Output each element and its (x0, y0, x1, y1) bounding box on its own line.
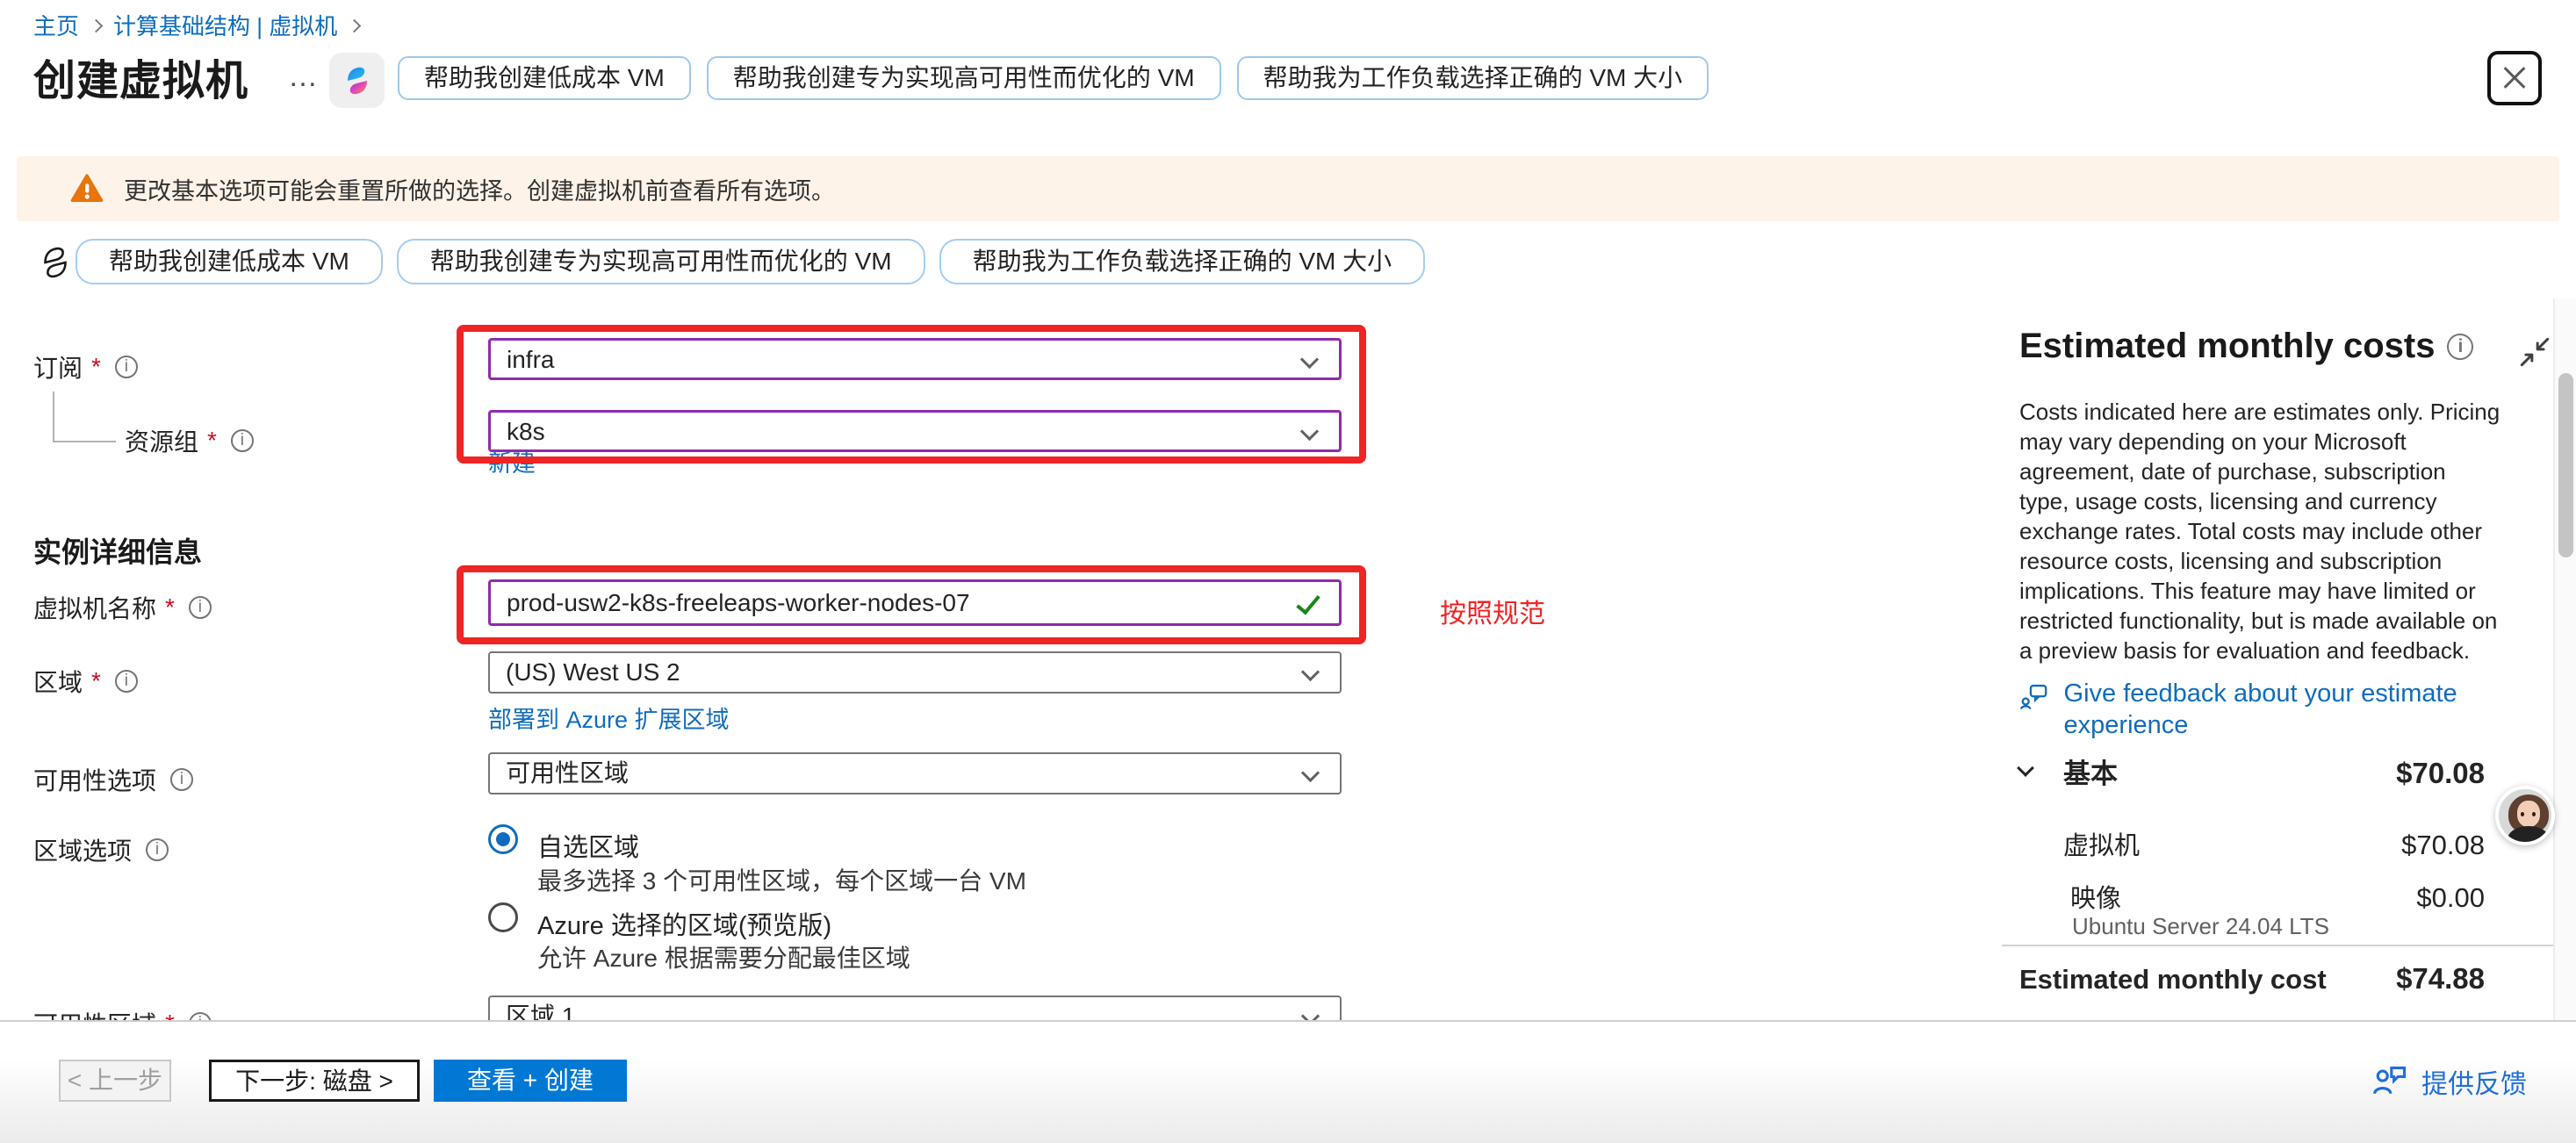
zone-radio-self-select[interactable] (488, 824, 518, 854)
info-icon[interactable] (170, 768, 193, 791)
chevron-down-icon (1300, 350, 1319, 369)
cost-group-label: 基本 (2063, 751, 2118, 791)
give-feedback-button[interactable]: 提供反馈 (2371, 1062, 2527, 1101)
previous-button[interactable]: < 上一步 (59, 1060, 171, 1102)
panel-divider (2002, 945, 2553, 946)
review-create-button[interactable]: 查看 + 创建 (434, 1060, 627, 1102)
warning-banner-text: 更改基本选项可能会重置所做的选择。创建虚拟机前查看所有选项。 (124, 172, 835, 206)
subscription-dropdown[interactable]: infra (488, 338, 1342, 380)
info-icon[interactable] (146, 838, 169, 861)
edge-zone-link[interactable]: 部署到 Azure 扩展区域 (488, 701, 730, 735)
scrollbar-track[interactable] (2553, 298, 2576, 1020)
suggestion-right-size-button[interactable]: 帮助我为工作负载选择正确的 VM 大小 (939, 239, 1426, 284)
feedback-bubbles-icon (2019, 678, 2050, 716)
zone-radio-azure-select-desc: 允许 Azure 根据需要分配最佳区域 (537, 939, 910, 974)
chevron-down-icon (1301, 663, 1320, 681)
suggestion-right-size-button[interactable]: 帮助我为工作负载选择正确的 VM 大小 (1237, 56, 1709, 100)
estimate-feedback-link[interactable]: Give feedback about your estimate experi… (2019, 678, 2476, 741)
breadcrumb-home-link[interactable]: 主页 (33, 9, 79, 41)
availability-options-dropdown[interactable]: 可用性区域 (488, 752, 1342, 794)
zone-radio-self-select-desc: 最多选择 3 个可用性区域，每个区域一台 VM (537, 862, 1026, 897)
resource-group-label: 资源组* (125, 423, 254, 458)
feedback-person-icon (2371, 1062, 2409, 1101)
close-icon (2501, 65, 2528, 91)
info-icon[interactable] (189, 1012, 212, 1020)
info-icon[interactable] (115, 356, 138, 378)
cost-item-label: 虚拟机 (2063, 825, 2140, 862)
suggestion-high-availability-button[interactable]: 帮助我创建专为实现高可用性而优化的 VM (707, 56, 1221, 100)
zone-radio-self-select-label[interactable]: 自选区域 (537, 827, 639, 864)
cost-group-row: 基本 $70.08 (2019, 751, 2485, 791)
breadcrumb-current-link[interactable]: 计算基础结构 | 虚拟机 (113, 9, 337, 41)
subscription-label: 订阅* (33, 349, 138, 385)
annotation-text: 按照规范 (1440, 592, 1545, 630)
chevron-down-icon (1301, 764, 1320, 782)
vm-name-input[interactable]: prod-usw2-k8s-freeleaps-worker-nodes-07 (488, 579, 1342, 626)
availability-zone-dropdown[interactable]: 区域 1 (488, 996, 1342, 1020)
more-options-button[interactable]: … (288, 60, 320, 94)
cost-panel-title: Estimated monthly costs (2019, 327, 2473, 366)
page-title: 创建虚拟机 (33, 46, 248, 107)
copilot-suggestions-header: 帮助我创建低成本 VM 帮助我创建专为实现高可用性而优化的 VM 帮助我为工作负… (398, 56, 1709, 100)
cost-item-row: 虚拟机 $70.08 (2019, 825, 2485, 862)
scrollbar-thumb[interactable] (2558, 373, 2573, 557)
info-icon[interactable] (2447, 334, 2473, 360)
copilot-suggestions-inline: 帮助我创建低成本 VM 帮助我创建专为实现高可用性而优化的 VM 帮助我为工作负… (76, 239, 1425, 284)
info-icon[interactable] (115, 670, 138, 693)
valid-check-icon (1296, 590, 1320, 615)
cost-total-label: Estimated monthly cost (2019, 964, 2327, 996)
presenter-avatar (2495, 786, 2555, 845)
copilot-icon[interactable] (329, 53, 385, 108)
cost-total-row: Estimated monthly cost $74.88 (2019, 962, 2485, 996)
cost-item-row: 映像 $0.00 (2019, 878, 2485, 915)
cost-item-label: 映像 (2070, 878, 2121, 915)
resource-group-dropdown[interactable]: k8s (488, 410, 1342, 452)
warning-icon (69, 171, 104, 206)
cost-total-value: $74.88 (2396, 962, 2485, 996)
breadcrumb: 主页 计算基础结构 | 虚拟机 (33, 9, 359, 41)
suggestion-low-cost-vm-button[interactable]: 帮助我创建低成本 VM (398, 56, 691, 100)
info-icon[interactable] (231, 429, 254, 452)
next-disks-button[interactable]: 下一步: 磁盘 > (209, 1060, 420, 1102)
availability-options-label: 可用性选项 (33, 762, 193, 797)
cost-group-value: $70.08 (2396, 757, 2485, 790)
breadcrumb-chevron-icon (348, 19, 362, 33)
vm-name-label: 虚拟机名称* (33, 590, 212, 625)
suggestion-high-availability-button[interactable]: 帮助我创建专为实现高可用性而优化的 VM (397, 239, 925, 284)
suggestion-low-cost-vm-button[interactable]: 帮助我创建低成本 VM (76, 239, 383, 284)
tree-connector (53, 392, 116, 442)
close-button[interactable] (2487, 51, 2542, 105)
zone-radio-azure-select-label[interactable]: Azure 选择的区域(预览版) (537, 905, 831, 942)
warning-banner: 更改基本选项可能会重置所做的选择。创建虚拟机前查看所有选项。 (17, 156, 2559, 221)
create-new-link[interactable]: 新建 (488, 444, 536, 478)
region-label: 区域* (33, 664, 138, 699)
cost-panel-description: Costs indicated here are estimates only.… (2019, 397, 2500, 665)
cost-item-subtext: Ubuntu Server 24.04 LTS (2072, 913, 2329, 940)
info-icon[interactable] (189, 596, 212, 619)
zone-options-label: 区域选项 (33, 832, 169, 867)
section-instance-details: 实例详细信息 (33, 530, 202, 571)
zone-radio-azure-select[interactable] (488, 902, 518, 932)
cost-item-value: $70.08 (2401, 830, 2485, 861)
copilot-outline-icon (35, 242, 76, 287)
availability-zone-label: 可用性区域* (33, 1006, 212, 1020)
collapse-panel-icon[interactable] (2516, 334, 2553, 375)
clipped-form-row: 可用性区域* 区域 1 (0, 990, 1844, 1020)
region-dropdown[interactable]: (US) West US 2 (488, 651, 1342, 694)
chevron-down-icon (1300, 422, 1319, 441)
cost-item-value: $0.00 (2416, 882, 2485, 914)
chevron-down-icon (1301, 1007, 1320, 1020)
breadcrumb-chevron-icon (90, 19, 104, 33)
